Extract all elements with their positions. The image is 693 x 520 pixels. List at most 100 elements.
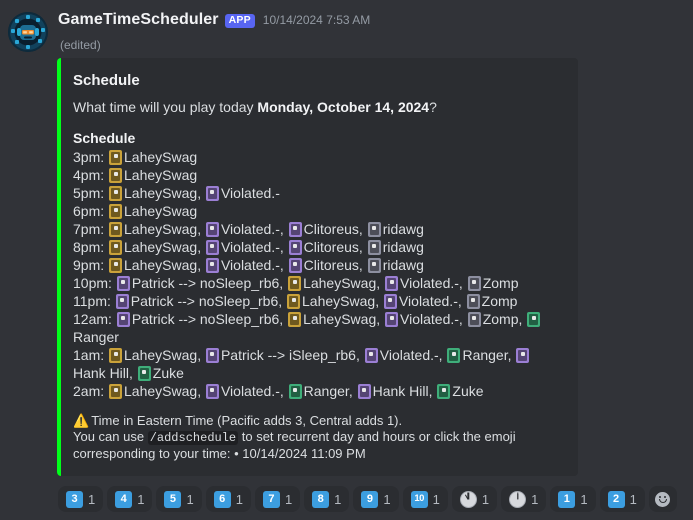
keycap-10-icon: 10 — [410, 490, 428, 508]
user-emoji-icon — [137, 366, 151, 382]
schedule-participant: Violated.- — [400, 311, 459, 328]
embed-description-date: Monday, October 14, 2024 — [257, 99, 430, 115]
embed-description-suffix: ? — [429, 99, 437, 115]
add-reaction-button[interactable] — [648, 486, 677, 512]
schedule-row-time: 3pm: — [73, 149, 105, 166]
reaction-count: 1 — [88, 491, 96, 507]
schedule-participant: Zuke — [152, 365, 184, 382]
schedule-row: 6pm: LaheySwag — [73, 202, 562, 220]
reaction-count: 1 — [432, 491, 440, 507]
user-emoji-icon — [288, 240, 302, 256]
user-emoji-icon — [205, 348, 219, 364]
schedule-participant: LaheySwag — [124, 347, 198, 364]
add-reaction-smiley-icon — [655, 491, 671, 507]
schedule-row-time: 5pm: — [73, 185, 105, 202]
schedule-participant: LaheySwag — [124, 221, 198, 238]
schedule-row-time: 4pm: — [73, 167, 105, 184]
reaction-clock-twelve-oclock[interactable]: 1 — [501, 486, 547, 512]
user-emoji-icon — [385, 312, 399, 328]
schedule-participant: Violated.- — [220, 383, 280, 400]
user-emoji-icon — [367, 240, 381, 256]
schedule-participant: Patrick --> noSleep_rb6 — [131, 275, 280, 292]
user-emoji-icon — [116, 312, 130, 328]
user-emoji-icon — [288, 276, 302, 292]
reaction-bar: 3 1 4 1 5 1 6 1 7 1 8 1 9 1 10 1 1 1 1 1 2 1 — [58, 486, 677, 512]
schedule-participant: Zomp — [482, 311, 519, 328]
schedule-row-time: 6pm: — [73, 203, 105, 220]
embed-field-name: Schedule — [73, 130, 136, 147]
keycap-8-icon: 8 — [312, 490, 330, 508]
message-header: GameTimeScheduler APP 10/14/2024 7:53 AM — [58, 11, 370, 29]
schedule-participant: Violated.- — [400, 275, 459, 292]
reaction-keycap-5[interactable]: 51 — [156, 486, 202, 512]
user-emoji-icon — [288, 222, 302, 238]
user-emoji-icon — [383, 294, 397, 310]
schedule-participant: LaheySwag — [124, 167, 198, 184]
reaction-keycap-7[interactable]: 71 — [254, 486, 301, 512]
schedule-participant: Violated.- — [220, 221, 280, 238]
user-emoji-icon — [205, 384, 219, 400]
message-timestamp: 10/14/2024 7:53 AM — [262, 13, 371, 27]
reaction-count: 1 — [481, 491, 490, 507]
embed: Schedule What time will you play today M… — [57, 58, 578, 477]
reaction-count: 1 — [383, 491, 391, 507]
schedule-participant: LaheySwag — [124, 203, 198, 220]
schedule-participant: ridawg — [382, 239, 424, 256]
schedule-participant: LaheySwag — [303, 311, 377, 328]
discord-message: GameTimeScheduler APP 10/14/2024 7:53 AM… — [0, 0, 693, 520]
reaction-keycap-2[interactable]: 21 — [599, 486, 645, 512]
user-emoji-icon — [447, 348, 461, 364]
schedule-participant: LaheySwag — [303, 275, 377, 292]
reaction-keycap-10[interactable]: 10 1 — [402, 486, 448, 512]
schedule-participant: Violated.- — [220, 239, 280, 256]
reaction-keycap-8[interactable]: 81 — [304, 486, 350, 512]
user-emoji-icon — [109, 384, 123, 400]
schedule-participant: Zomp — [481, 293, 518, 310]
schedule-participant: LaheySwag — [124, 149, 198, 166]
schedule-row: 5pm: LaheySwag, Violated.- — [73, 185, 280, 202]
schedule-participant: Clitoreus — [303, 239, 359, 256]
schedule-row-time: 12am: — [73, 311, 112, 328]
message-author[interactable]: GameTimeScheduler — [58, 11, 219, 29]
user-emoji-icon — [364, 348, 378, 364]
schedule-participant: Violated.- — [220, 185, 280, 202]
embed-description-prefix: What time will you play today — [73, 99, 258, 115]
reaction-count: 1 — [235, 491, 243, 507]
user-emoji-icon — [516, 348, 530, 364]
user-emoji-icon — [205, 222, 219, 238]
schedule-participant: Patrick --> iSleep_rb6 — [220, 347, 356, 364]
schedule-participant: Violated.- — [398, 293, 458, 310]
schedule-participant: ridawg — [382, 257, 424, 274]
user-emoji-icon — [385, 276, 399, 292]
schedule-row-time: 11pm: — [73, 293, 111, 310]
user-emoji-icon — [109, 258, 123, 274]
user-emoji-icon — [367, 258, 381, 274]
keycap-6-icon: 6 — [213, 490, 231, 508]
app-badge: APP — [224, 13, 255, 29]
reaction-keycap-3[interactable]: 31 — [58, 486, 104, 512]
reaction-keycap-9[interactable]: 91 — [353, 486, 399, 512]
robot-gamer-avatar-icon — [8, 12, 48, 52]
embed-footer: ⚠️ Time in Eastern Time (Pacific adds 3, … — [73, 413, 562, 462]
reaction-keycap-1[interactable]: 11 — [550, 486, 596, 512]
user-emoji-icon — [109, 168, 123, 184]
schedule-participant: Patrick --> noSleep_rb6 — [130, 293, 279, 310]
schedule-participant: Ranger — [73, 329, 119, 346]
schedule-row-time: 7pm: — [73, 221, 105, 238]
reaction-clock-eleven-oclock[interactable]: 1 — [451, 486, 498, 512]
schedule-participant: LaheySwag — [124, 239, 198, 256]
user-emoji-icon — [109, 150, 123, 166]
schedule-row: 3pm: LaheySwag — [73, 148, 562, 166]
schedule-row-time: 8pm: — [73, 239, 105, 256]
schedule-row: 1am: LaheySwag, Patrick --> iSleep_rb6, … — [73, 346, 562, 382]
reaction-keycap-6[interactable]: 61 — [205, 486, 251, 512]
keycap-5-icon: 5 — [164, 490, 182, 508]
reaction-keycap-4[interactable]: 41 — [107, 486, 153, 512]
embed-footer-warning: ⚠️ Time in Eastern Time (Pacific adds 3, … — [73, 413, 562, 429]
edited-label: (edited) — [60, 38, 101, 52]
schedule-participant: Clitoreus — [303, 257, 359, 274]
user-emoji-icon — [109, 204, 123, 220]
keycap-3-icon: 3 — [66, 490, 83, 508]
avatar[interactable] — [8, 12, 48, 52]
schedule-row-time: 2am: — [73, 383, 105, 400]
